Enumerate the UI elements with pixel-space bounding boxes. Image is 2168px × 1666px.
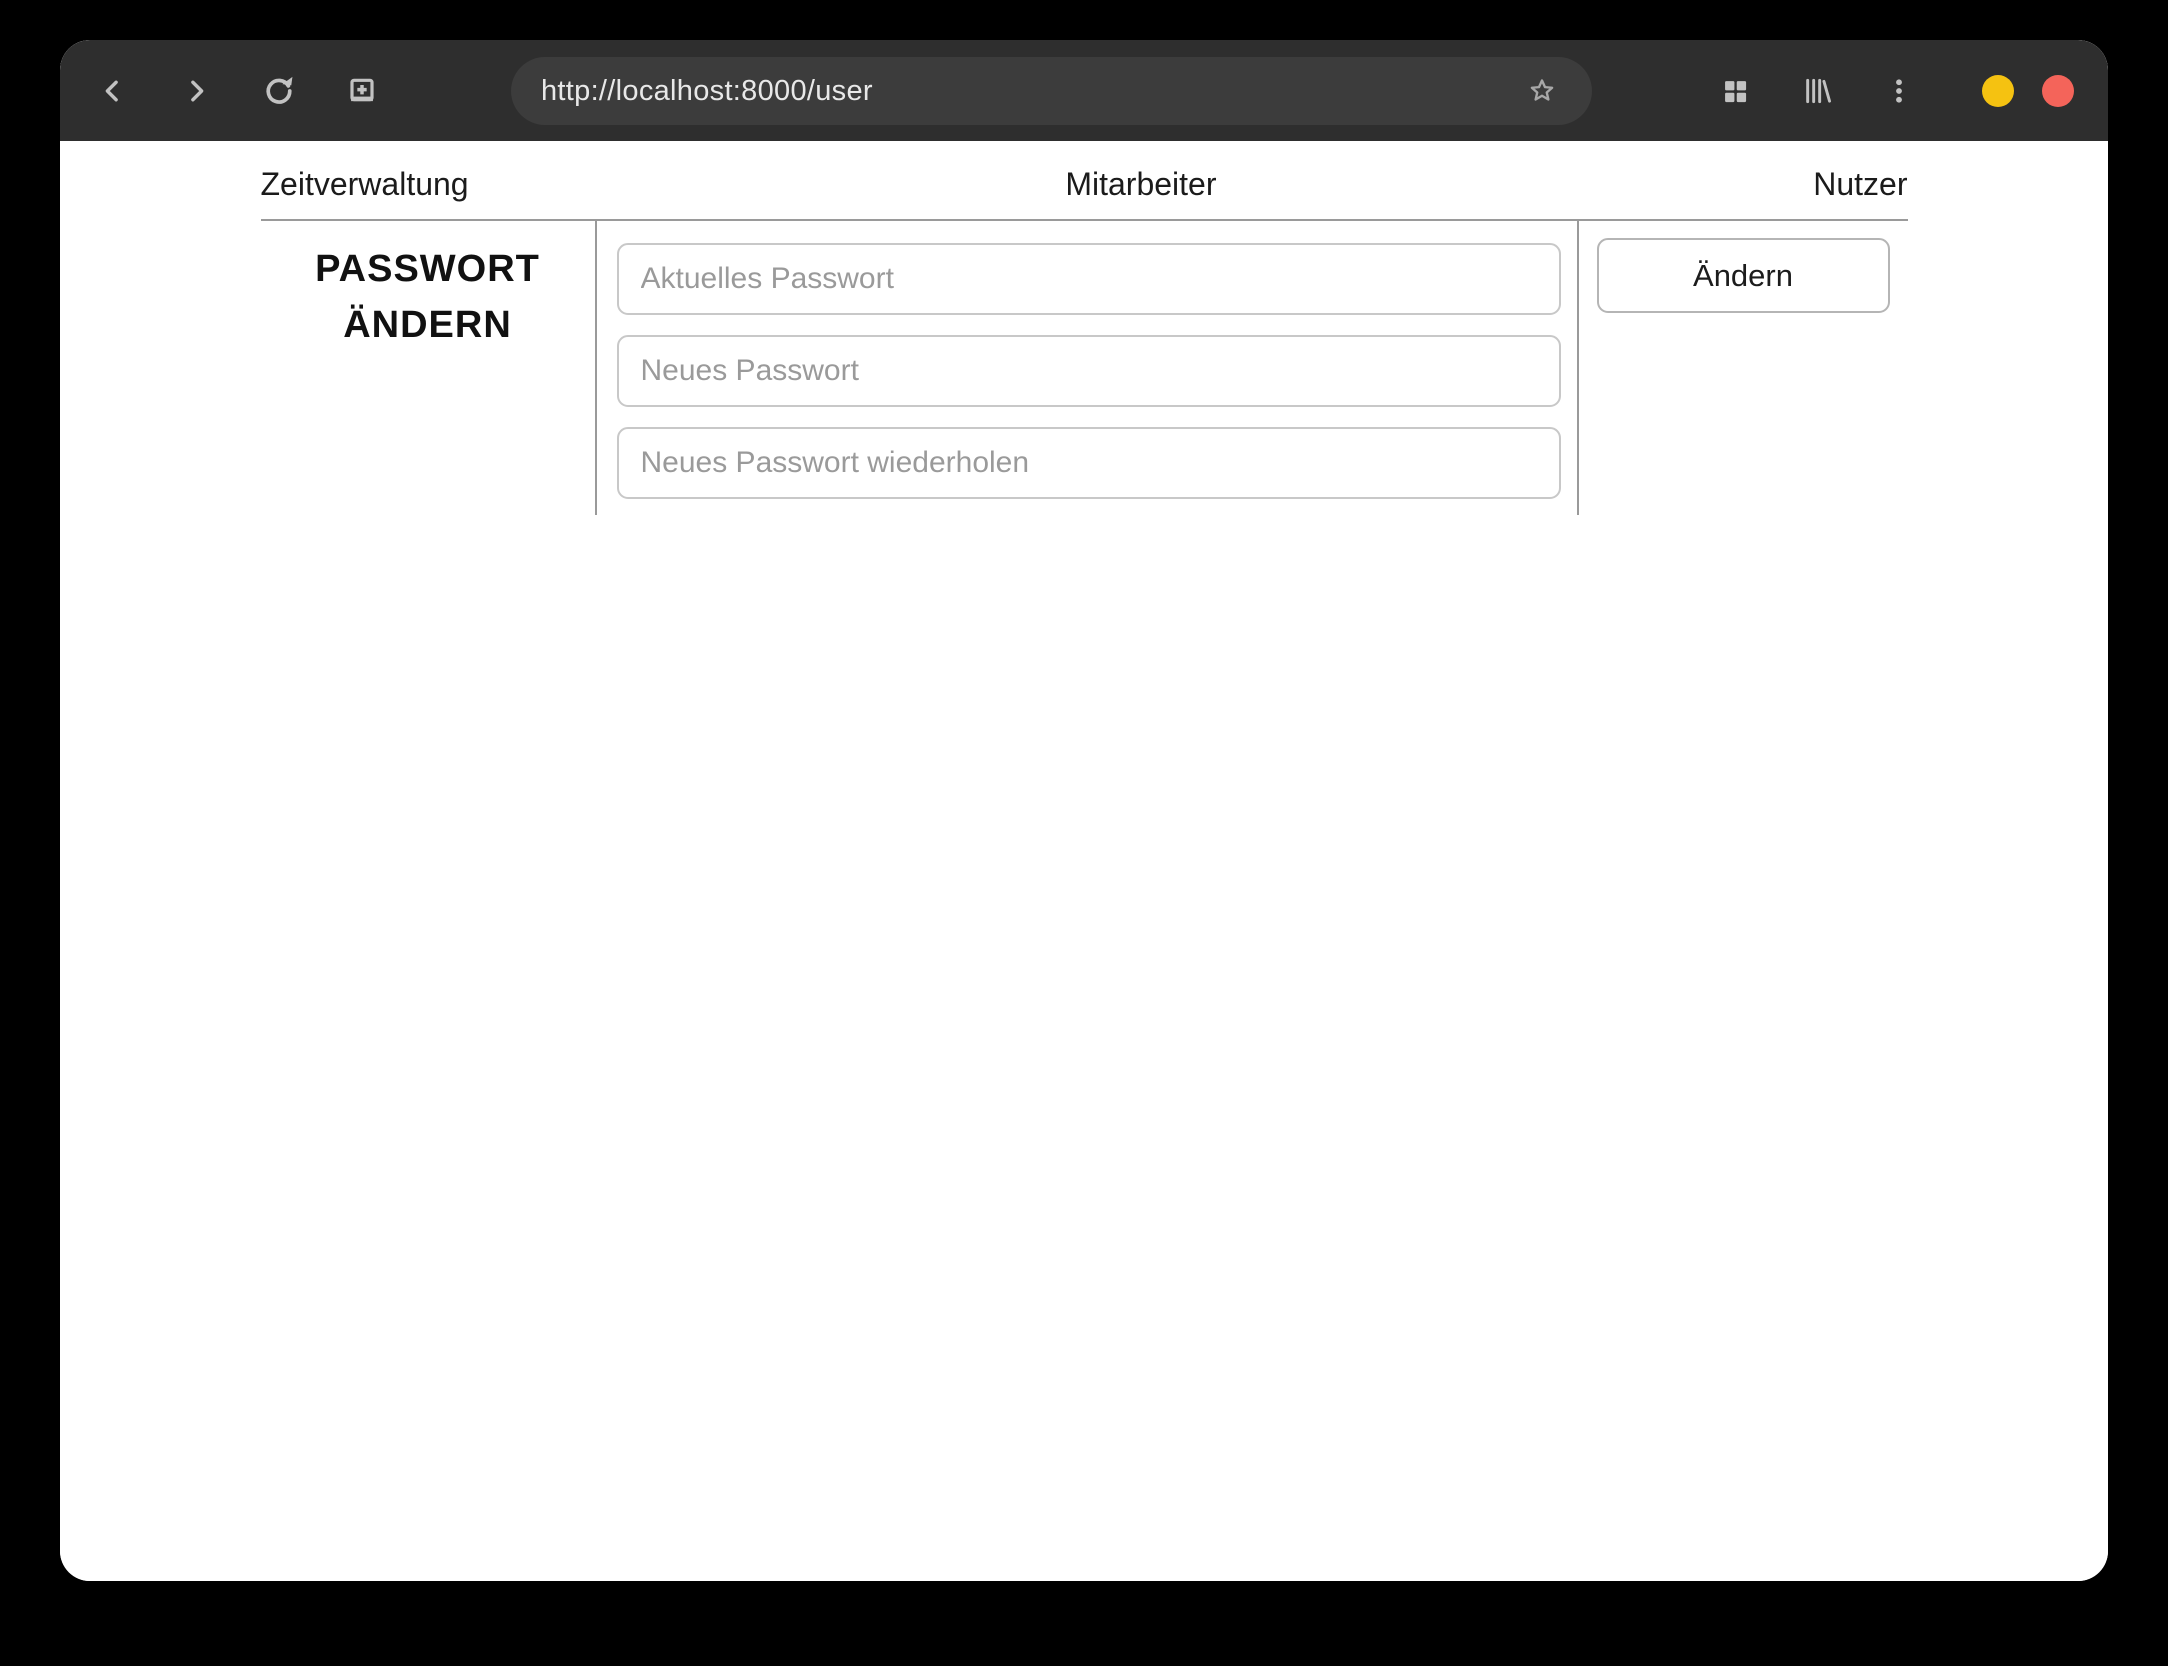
new-window-button[interactable]	[338, 67, 386, 115]
grid-button[interactable]	[1711, 67, 1759, 115]
minimize-button[interactable]	[1982, 74, 2014, 107]
back-button[interactable]	[89, 67, 137, 115]
site-nav: Zeitverwaltung Mitarbeiter Nutzer	[261, 141, 1908, 219]
forward-icon	[191, 80, 204, 101]
nav-item-zeitverwaltung[interactable]: Zeitverwaltung	[261, 166, 469, 203]
desktop: { "browser": { "url": "http://localhost:…	[0, 0, 2168, 1666]
bookmark-star-icon	[1530, 79, 1554, 101]
kebab-menu-icon	[1896, 78, 1902, 103]
browser-window: http://localhost:8000/user Zeitverwaltun…	[60, 40, 2108, 1581]
browser-toolbar: http://localhost:8000/user	[60, 40, 2108, 141]
library-button[interactable]	[1793, 67, 1841, 115]
new-window-icon	[350, 78, 374, 101]
page-container: Zeitverwaltung Mitarbeiter Nutzer PASSWO…	[260, 141, 1908, 515]
password-section: PASSWORT ÄNDERN Ändern	[260, 219, 1908, 515]
url-bar[interactable]: http://localhost:8000/user	[511, 57, 1592, 125]
page-title: PASSWORT ÄNDERN	[315, 248, 540, 346]
current-password-input[interactable]	[616, 243, 1561, 315]
nav-item-mitarbeiter[interactable]: Mitarbeiter	[1065, 166, 1216, 203]
url-text: http://localhost:8000/user	[541, 74, 873, 107]
back-icon	[105, 80, 118, 101]
close-button[interactable]	[2042, 74, 2074, 107]
change-password-button[interactable]: Ändern	[1596, 238, 1890, 313]
library-icon	[1806, 78, 1831, 103]
bookmark-button[interactable]	[1520, 69, 1564, 113]
repeat-password-input[interactable]	[616, 427, 1561, 499]
grid-icon	[1725, 80, 1747, 102]
new-password-input[interactable]	[616, 335, 1561, 407]
reload-button[interactable]	[255, 67, 303, 115]
reload-icon	[266, 76, 293, 104]
page-content: Zeitverwaltung Mitarbeiter Nutzer PASSWO…	[60, 141, 2108, 1581]
password-fields-column	[594, 221, 1579, 515]
forward-button[interactable]	[172, 67, 220, 115]
window-controls	[1982, 40, 2074, 141]
nav-item-nutzer[interactable]: Nutzer	[1813, 166, 1907, 203]
password-heading-column: PASSWORT ÄNDERN	[261, 221, 595, 515]
toolbar-nav-buttons	[89, 40, 386, 141]
toolbar-action-buttons	[1711, 40, 1923, 141]
kebab-menu-button[interactable]	[1875, 67, 1923, 115]
password-action-column: Ändern	[1579, 221, 1908, 515]
